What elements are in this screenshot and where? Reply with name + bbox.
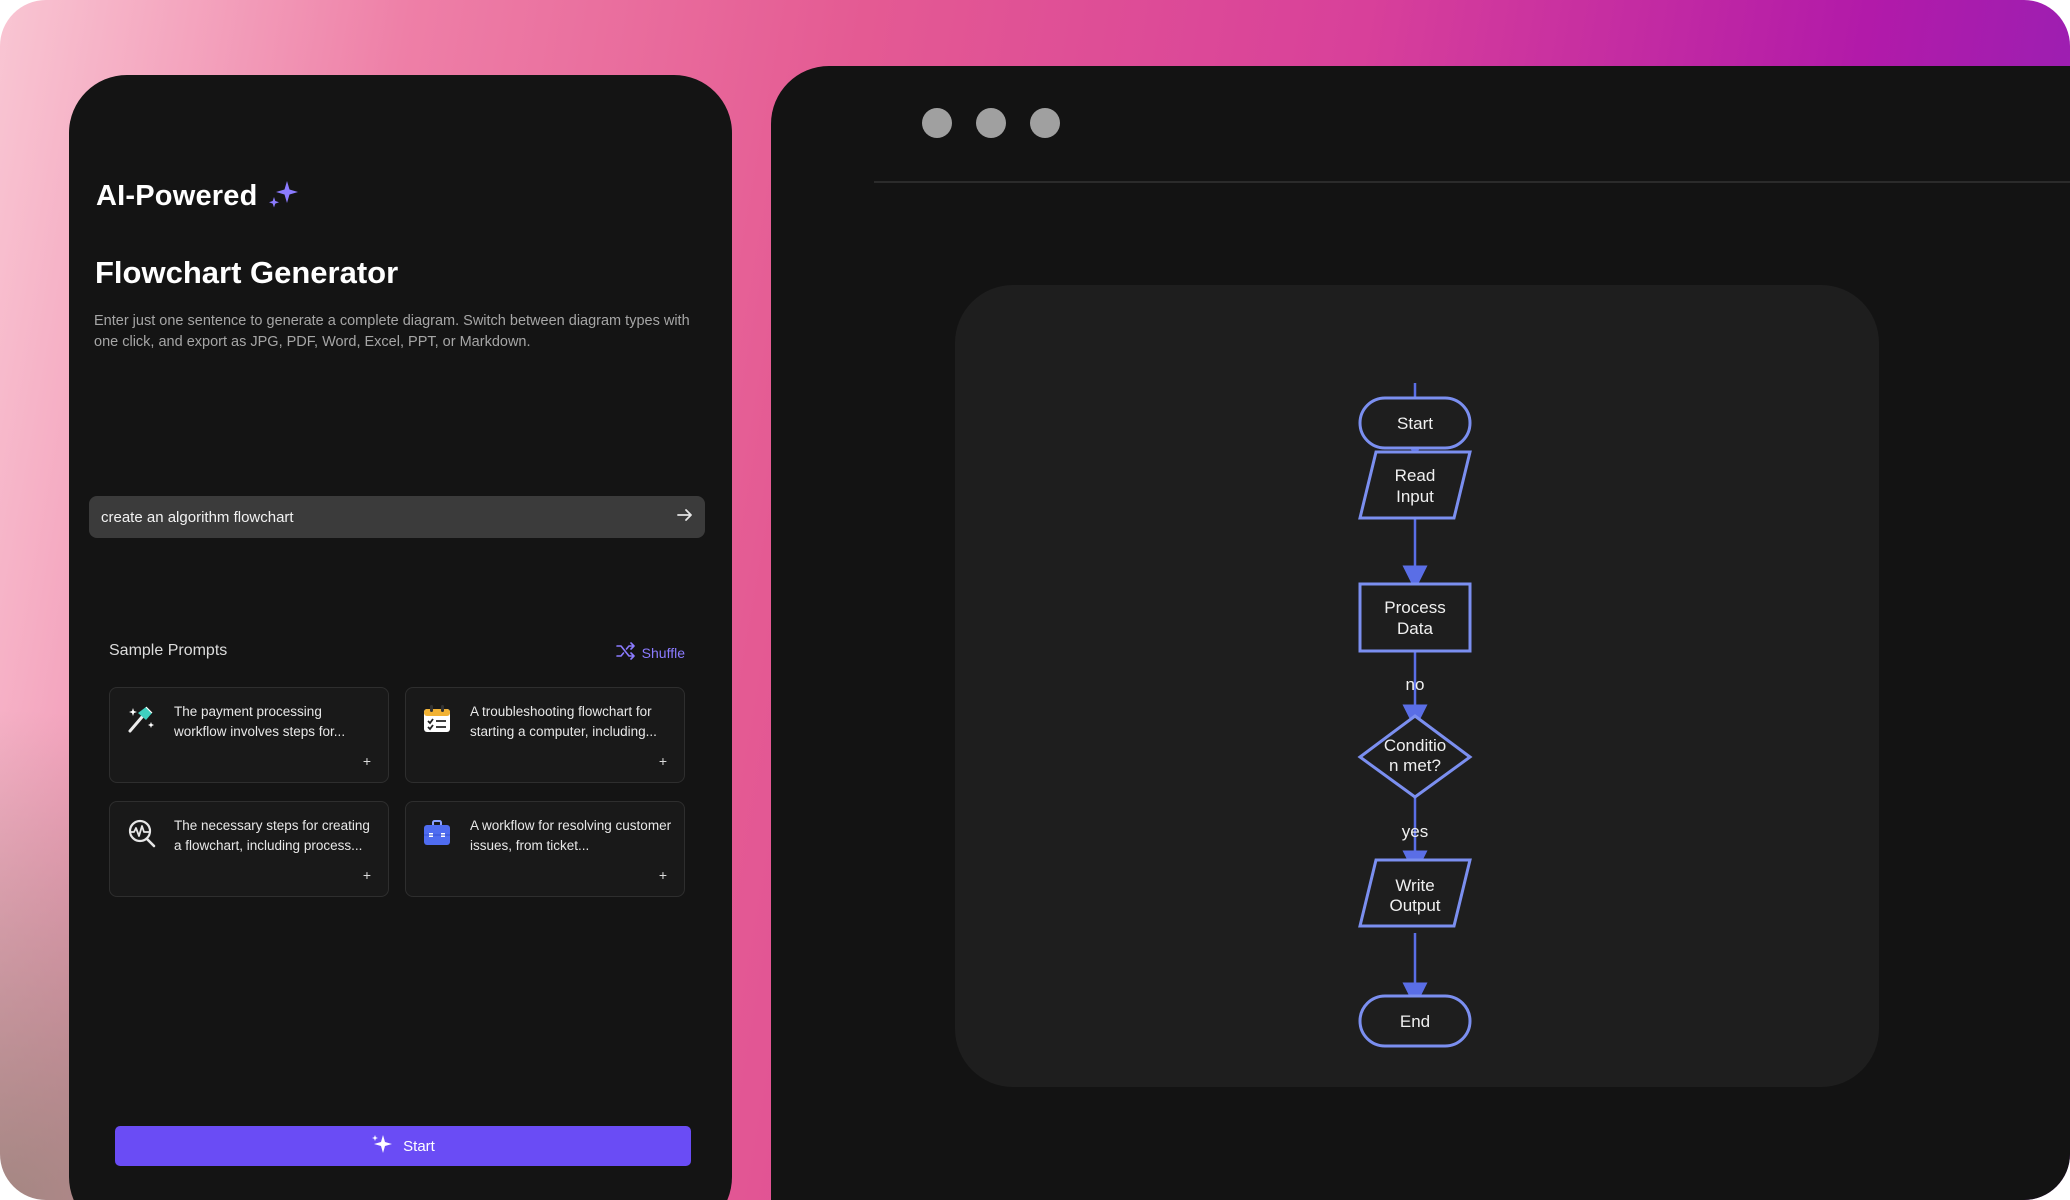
node-process-label-2: Data bbox=[1397, 619, 1433, 638]
start-button[interactable]: Start bbox=[115, 1126, 691, 1166]
node-write-label-2: Output bbox=[1389, 896, 1440, 915]
generator-panel: AI-Powered Flowchart Generator Enter jus… bbox=[69, 75, 732, 1200]
checklist-icon bbox=[422, 704, 452, 734]
edge-label-yes: yes bbox=[1402, 822, 1428, 841]
brand: AI-Powered bbox=[96, 179, 298, 214]
node-process-data bbox=[1358, 582, 1472, 653]
sample-card[interactable]: The payment processing workflow involves… bbox=[109, 687, 389, 783]
briefcase-icon bbox=[422, 818, 452, 848]
plus-icon[interactable]: + bbox=[360, 754, 374, 768]
toolbar-divider bbox=[874, 181, 2070, 183]
sample-card[interactable]: A workflow for resolving customer issues… bbox=[405, 801, 685, 897]
node-condition-label-2: n met? bbox=[1389, 756, 1441, 775]
prompt-input[interactable] bbox=[89, 496, 665, 538]
node-process-label-1: Process bbox=[1384, 598, 1445, 617]
sample-card-text: A workflow for resolving customer issues… bbox=[470, 818, 672, 853]
node-start-label: Start bbox=[1397, 414, 1433, 433]
magic-wand-icon bbox=[126, 704, 156, 734]
sparkle-icon bbox=[268, 179, 298, 214]
sample-card[interactable]: The necessary steps for creating a flowc… bbox=[109, 801, 389, 897]
window-dot-maximize[interactable] bbox=[1030, 108, 1060, 138]
plus-icon[interactable]: + bbox=[656, 754, 670, 768]
sample-card-text: The payment processing workflow involves… bbox=[174, 704, 346, 739]
shuffle-label: Shuffle bbox=[641, 644, 685, 661]
page-title: Flowchart Generator bbox=[95, 255, 399, 290]
start-button-label: Start bbox=[403, 1137, 435, 1155]
node-end-label: End bbox=[1400, 1012, 1430, 1031]
node-read-label-2: Input bbox=[1396, 487, 1434, 506]
node-read-label-1: Read bbox=[1395, 466, 1436, 485]
sample-card[interactable]: A troubleshooting flowchart for starting… bbox=[405, 687, 685, 783]
plus-icon[interactable]: + bbox=[656, 868, 670, 882]
flowchart: Start Read Input Process Data Conditio n… bbox=[1357, 383, 1473, 1048]
shuffle-icon bbox=[615, 642, 636, 663]
window-controls bbox=[922, 108, 1060, 138]
node-read-input bbox=[1358, 450, 1472, 520]
diagram-canvas: Start Read Input Process Data Conditio n… bbox=[955, 285, 1879, 1087]
node-condition-label-1: Conditio bbox=[1384, 736, 1446, 755]
preview-window: Start Read Input Process Data Conditio n… bbox=[771, 66, 2070, 1200]
prompt-box bbox=[89, 496, 705, 538]
sample-card-text: The necessary steps for creating a flowc… bbox=[174, 818, 370, 853]
edge-label-no: no bbox=[1406, 675, 1425, 694]
sample-card-text: A troubleshooting flowchart for starting… bbox=[470, 704, 657, 739]
sparkle-icon bbox=[371, 1133, 393, 1159]
sample-prompts-title: Sample Prompts bbox=[109, 642, 228, 659]
window-dot-close[interactable] bbox=[922, 108, 952, 138]
background: AI-Powered Flowchart Generator Enter jus… bbox=[0, 0, 2070, 1200]
arrow-right-icon bbox=[675, 505, 695, 530]
search-pulse-icon bbox=[126, 818, 156, 848]
plus-icon[interactable]: + bbox=[360, 868, 374, 882]
brand-title: AI-Powered bbox=[96, 180, 258, 212]
send-button[interactable] bbox=[665, 496, 705, 538]
window-dot-minimize[interactable] bbox=[976, 108, 1006, 138]
node-write-label-1: Write bbox=[1395, 876, 1434, 895]
shuffle-button[interactable]: Shuffle bbox=[615, 642, 685, 663]
page-description: Enter just one sentence to generate a co… bbox=[94, 313, 690, 350]
